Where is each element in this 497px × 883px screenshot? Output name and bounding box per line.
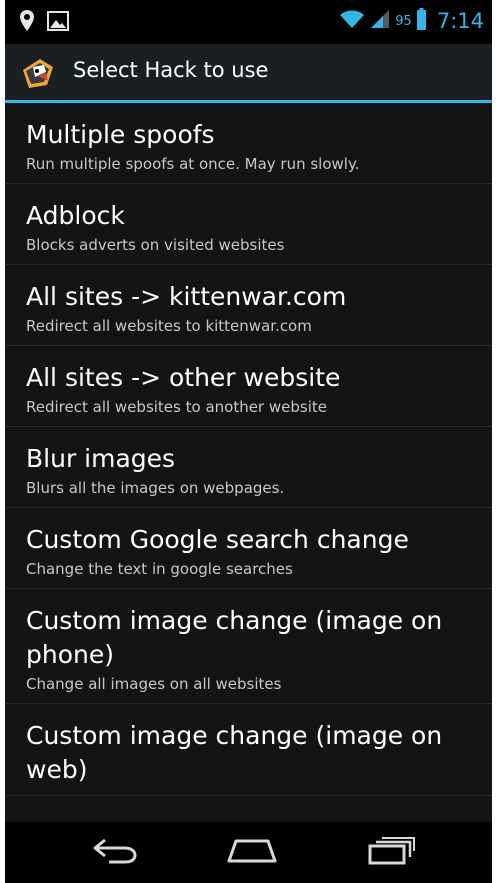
list-item-other-website[interactable]: All sites -> other website Redirect all … — [5, 346, 492, 427]
list-item-adblock[interactable]: Adblock Blocks adverts on visited websit… — [5, 184, 492, 265]
list-item-image-change-phone[interactable]: Custom image change (image on phone) Cha… — [5, 589, 492, 704]
list-item-kittenwar[interactable]: All sites -> kittenwar.com Redirect all … — [5, 265, 492, 346]
list-item-subtitle: Blurs all the images on webpages. — [26, 479, 285, 497]
list-item-title: Custom image change (image on phone) — [26, 606, 443, 669]
list-item-subtitle: Change all images on all websites — [26, 675, 282, 693]
image-icon — [47, 11, 69, 35]
signal-icon — [370, 9, 390, 33]
status-clock: 7:14 — [436, 9, 484, 33]
list-item-blur-images[interactable]: Blur images Blurs all the images on webp… — [5, 427, 492, 508]
recent-apps-button[interactable] — [363, 836, 419, 868]
list-item-subtitle: Redirect all websites to kittenwar.com — [26, 317, 312, 335]
home-button[interactable] — [224, 836, 280, 868]
home-icon — [226, 836, 278, 868]
list-item-subtitle: Redirect all websites to another website — [26, 398, 327, 416]
phone-screen: 95 7:14 Select Hack to use Multiple spoo… — [5, 0, 492, 883]
app-logo-icon[interactable] — [20, 55, 56, 91]
list-item-subtitle: Blocks adverts on visited websites — [26, 236, 285, 254]
list-item-image-change-web[interactable]: Custom image change (image on web) — [5, 704, 492, 796]
list-item-subtitle: Run multiple spoofs at once. May run slo… — [26, 155, 360, 173]
list-item-title: Custom Google search change — [26, 525, 409, 554]
page-title: Select Hack to use — [73, 58, 269, 82]
recent-apps-icon — [366, 835, 416, 869]
list-item-subtitle: Change the text in google searches — [26, 560, 293, 578]
list-item-multiple-spoofs[interactable]: Multiple spoofs Run multiple spoofs at o… — [5, 103, 492, 184]
status-bar: 95 7:14 — [5, 0, 492, 44]
back-button[interactable] — [88, 836, 144, 868]
location-pin-icon — [19, 9, 35, 37]
hack-list[interactable]: Multiple spoofs Run multiple spoofs at o… — [5, 103, 492, 822]
list-item-title: Blur images — [26, 444, 176, 473]
list-item-title: Multiple spoofs — [26, 120, 215, 149]
battery-level: 95 — [395, 13, 412, 29]
list-item-title: Adblock — [26, 201, 125, 230]
list-item-title: All sites -> other website — [26, 363, 341, 392]
action-bar: Select Hack to use — [5, 44, 492, 103]
back-icon — [91, 836, 141, 868]
wifi-icon — [339, 9, 365, 33]
list-item-google-search-change[interactable]: Custom Google search change Change the t… — [5, 508, 492, 589]
navigation-bar — [5, 822, 492, 883]
list-item-title: Custom image change (image on web) — [26, 721, 443, 784]
battery-icon — [416, 8, 426, 34]
list-item-title: All sites -> kittenwar.com — [26, 282, 347, 311]
